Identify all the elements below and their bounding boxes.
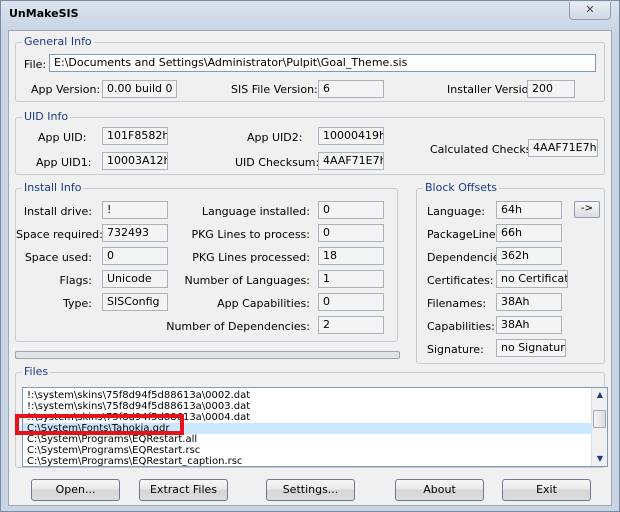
space-used-label: Space used:	[24, 251, 92, 264]
app-uid2-field: 10000419h	[318, 127, 384, 145]
capabilities-offset-label: Capabilities:	[427, 320, 495, 333]
block-offsets-group: Block Offsets Language: 64h -> PackageLi…	[416, 181, 605, 364]
pkg-lines-to-process-label: PKG Lines to process:	[191, 228, 310, 241]
exit-button[interactable]: Exit	[502, 479, 591, 501]
scroll-down-icon[interactable]: ▼	[592, 452, 607, 466]
number-of-dependencies-field: 2	[318, 316, 384, 334]
close-icon: ✕	[585, 3, 595, 16]
general-info-group: General Info File: E:\Documents and Sett…	[15, 35, 605, 102]
annotation-highlight-box	[15, 414, 184, 435]
filenames-offset-field: 38Ah	[496, 293, 562, 311]
app-uid-label: App UID:	[38, 131, 87, 144]
group-label: Install Info	[22, 181, 84, 194]
installer-version-field: 200	[527, 80, 575, 98]
pkg-lines-processed-label: PKG Lines processed:	[192, 251, 310, 264]
close-button[interactable]: ✕	[569, 2, 611, 20]
group-label: UID Info	[22, 110, 71, 123]
group-label: General Info	[22, 35, 94, 48]
file-label: File:	[24, 58, 47, 71]
app-capabilities-label: App Capabilities:	[217, 297, 310, 310]
list-item[interactable]: C:\System\Programs\EQRestart.rsc	[27, 445, 200, 456]
certificates-offset-label: Certificates:	[427, 274, 494, 287]
app-version-field: 0.00 build 0	[102, 80, 177, 98]
install-info-group: Install Info Install drive: ! Space requ…	[15, 181, 398, 342]
about-button[interactable]: About	[395, 479, 484, 501]
flags-field: Unicode	[102, 270, 168, 288]
window-title: UnMakeSIS	[9, 7, 79, 20]
space-required-label: Space required:	[16, 228, 103, 241]
type-field: SISConfig	[102, 293, 168, 311]
number-of-dependencies-label: Number of Dependencies:	[166, 320, 310, 333]
capabilities-offset-field: 38Ah	[496, 316, 562, 334]
install-drive-field: !	[102, 201, 168, 219]
install-drive-label: Install drive:	[23, 205, 92, 218]
filenames-offset-label: Filenames:	[427, 297, 487, 310]
app-version-label: App Version:	[31, 83, 101, 96]
space-required-field: 732493	[102, 224, 168, 242]
package-lines-offset-label: PackageLines:	[427, 228, 505, 241]
signature-offset-label: Signature:	[427, 343, 484, 356]
language-offset-label: Language:	[427, 205, 485, 218]
pkg-lines-to-process-field: 0	[318, 224, 384, 242]
list-item[interactable]: C:\System\Programs\EQRestart.all	[27, 434, 197, 445]
files-scrollbar[interactable]: ▲ ▼	[591, 388, 607, 466]
scroll-thumb[interactable]	[593, 410, 606, 428]
group-label: Files	[22, 365, 51, 378]
list-item[interactable]: !:\system\skins\75f8d94f5d88613a\0002.da…	[27, 390, 250, 401]
dependencies-offset-field: 362h	[496, 247, 562, 265]
language-installed-label: Language installed:	[201, 205, 310, 218]
certificates-offset-field: no Certificate	[496, 270, 568, 288]
number-of-languages-field: 1	[318, 270, 384, 288]
number-of-languages-label: Number of Languages:	[184, 274, 310, 287]
app-uid1-label: App UID1:	[36, 156, 92, 169]
title-bar[interactable]: UnMakeSIS ✕	[1, 1, 619, 29]
pkg-lines-processed-field: 18	[318, 247, 384, 265]
flags-label: Flags:	[59, 274, 92, 287]
app-uid2-label: App UID2:	[247, 131, 303, 144]
type-label: Type:	[63, 297, 92, 310]
installer-version-label: Installer Version:	[447, 83, 540, 96]
group-label: Block Offsets	[423, 181, 500, 194]
app-uid-field: 101F8582h	[102, 127, 168, 145]
uid-checksum-label: UID Checksum:	[235, 156, 320, 169]
uid-info-group: UID Info App UID: 101F8582h App UID1: 10…	[15, 110, 605, 175]
list-item[interactable]: !:\system\skins\75f8d94f5d88613a\0003.da…	[27, 401, 250, 412]
extraction-progress-bar	[15, 351, 400, 359]
arrow-right-icon: ->	[581, 203, 593, 214]
extract-files-button[interactable]: Extract Files	[139, 479, 228, 501]
next-offset-button[interactable]: ->	[574, 201, 600, 218]
app-window: UnMakeSIS ✕ General Info File: E:\Docume…	[0, 0, 620, 512]
sis-file-version-field: 6	[318, 80, 384, 98]
settings-button[interactable]: Settings...	[266, 479, 355, 501]
space-used-field: 0	[102, 247, 168, 265]
app-capabilities-field: 0	[318, 293, 384, 311]
language-installed-field: 0	[318, 201, 384, 219]
language-offset-field: 64h	[496, 201, 562, 219]
scroll-up-icon[interactable]: ▲	[592, 388, 607, 402]
sis-file-version-label: SIS File Version:	[231, 83, 318, 96]
uid-checksum-field: 4AAF71E7h	[318, 152, 384, 170]
file-path-field[interactable]: E:\Documents and Settings\Administrator\…	[49, 54, 596, 72]
open-button[interactable]: Open...	[31, 479, 120, 501]
signature-offset-field: no Signature	[496, 339, 566, 357]
package-lines-offset-field: 66h	[496, 224, 562, 242]
list-item[interactable]: C:\System\Programs\EQRestart_caption.rsc	[27, 456, 242, 466]
app-uid1-field: 10003A12h	[102, 152, 168, 170]
calculated-checksum-field: 4AAF71E7h	[528, 139, 598, 157]
